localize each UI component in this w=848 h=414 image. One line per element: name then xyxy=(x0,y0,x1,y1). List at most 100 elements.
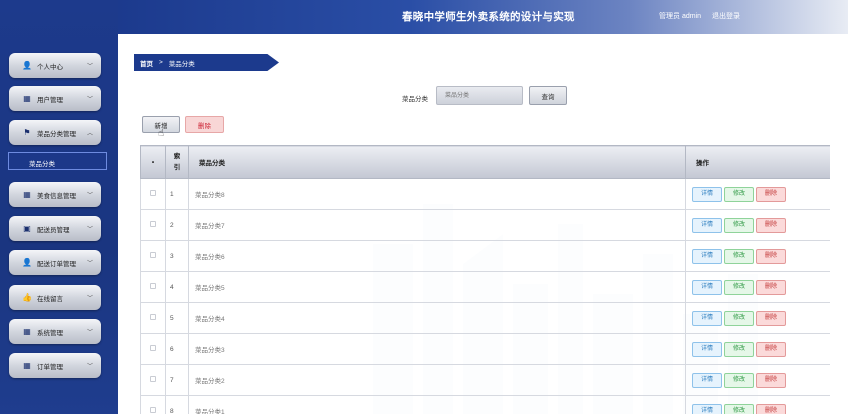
row-checkbox[interactable] xyxy=(150,314,156,320)
sidebar-item-8[interactable]: ▦ 系统管理 ﹀ xyxy=(9,319,101,344)
index-header-label: 索引 xyxy=(173,153,181,171)
edit-button[interactable]: 修改 xyxy=(724,279,754,295)
sidebar-item-5[interactable]: ▣ 配送员管理 ﹀ xyxy=(9,216,101,241)
search-button[interactable]: 查询 xyxy=(529,86,567,105)
table-row: 4 菜品分类5 详情 修改 删除 xyxy=(140,271,830,303)
select-all-header[interactable]: • xyxy=(140,145,166,179)
edit-button[interactable]: 修改 xyxy=(724,310,754,326)
sidebar-item-9[interactable]: ▦ 订单管理 ﹀ xyxy=(9,353,101,378)
row-select-cell xyxy=(140,271,166,303)
edit-button[interactable]: 修改 xyxy=(724,186,754,202)
row-actions: 详情 修改 删除 xyxy=(685,240,830,272)
row-select-cell xyxy=(140,209,166,241)
row-category: 菜品分类4 xyxy=(188,302,686,334)
search-input[interactable] xyxy=(436,86,523,105)
row-index: 5 xyxy=(165,302,189,334)
chevron-down-icon: ﹀ xyxy=(86,64,93,70)
mouse-cursor-icon: ☝ xyxy=(158,128,165,139)
breadcrumb-home[interactable]: 首页 xyxy=(140,58,153,68)
row-actions: 详情 修改 删除 xyxy=(685,364,830,396)
sidebar-item-4[interactable]: ▦ 美食信息管理 ﹀ xyxy=(9,182,101,207)
row-select-cell xyxy=(140,364,166,396)
logout-link[interactable]: 退出登录 xyxy=(712,11,740,21)
row-checkbox[interactable] xyxy=(150,221,156,227)
sidebar-item-label: 在线留言 xyxy=(37,295,63,303)
batch-delete-button[interactable]: 删除 xyxy=(185,116,224,133)
table-header-row: • 索引 菜品分类 操作 xyxy=(140,145,830,179)
row-index: 2 xyxy=(165,209,189,241)
row-category: 菜品分类7 xyxy=(188,209,686,241)
detail-button[interactable]: 详情 xyxy=(692,186,722,202)
row-checkbox[interactable] xyxy=(150,407,156,413)
delete-button[interactable]: 删除 xyxy=(756,341,786,357)
row-select-cell xyxy=(140,240,166,272)
table-row: 8 菜品分类1 详情 修改 删除 xyxy=(140,395,830,414)
row-checkbox[interactable] xyxy=(150,345,156,351)
row-checkbox[interactable] xyxy=(150,190,156,196)
page-title: 春晓中学师生外卖系统的设计与实现 xyxy=(402,11,575,23)
sidebar-item-label: 配送订单管理 xyxy=(37,260,76,268)
edit-button[interactable]: 修改 xyxy=(724,403,754,414)
delete-button[interactable]: 删除 xyxy=(756,310,786,326)
row-checkbox[interactable] xyxy=(150,252,156,258)
submenu-item-category[interactable]: 菜品分类 xyxy=(8,152,107,170)
sidebar-item-label: 菜品分类管理 xyxy=(37,130,76,138)
sidebar-item-label: 系统管理 xyxy=(37,329,63,337)
edit-button[interactable]: 修改 xyxy=(724,341,754,357)
row-category: 菜品分类5 xyxy=(188,271,686,303)
delete-button[interactable]: 删除 xyxy=(756,186,786,202)
table-row: 1 菜品分类8 详情 修改 删除 xyxy=(140,178,830,210)
edit-button[interactable]: 修改 xyxy=(724,217,754,233)
row-index: 7 xyxy=(165,364,189,396)
main-content: 首页 > 菜品分类 菜品分类 查询 新增 删除 ☝ • 索引 菜品分类 操作 1… xyxy=(118,34,848,414)
grid-icon: ▦ xyxy=(23,361,31,370)
table-row: 2 菜品分类7 详情 修改 删除 xyxy=(140,209,830,241)
sidebar-item-7[interactable]: 👍 在线留言 ﹀ xyxy=(9,285,101,310)
sidebar-item-2[interactable]: ▦ 用户管理 ﹀ xyxy=(9,86,101,111)
delete-button[interactable]: 删除 xyxy=(756,279,786,295)
sidebar-item-label: 配送员管理 xyxy=(37,226,70,234)
sidebar-item-1[interactable]: 👤 个人中心 ﹀ xyxy=(9,53,101,78)
detail-button[interactable]: 详情 xyxy=(692,403,722,414)
detail-button[interactable]: 详情 xyxy=(692,341,722,357)
detail-button[interactable]: 详情 xyxy=(692,310,722,326)
delete-button[interactable]: 删除 xyxy=(756,403,786,414)
sidebar-item-label: 个人中心 xyxy=(37,63,63,71)
user-label: 管理员 admin xyxy=(659,13,702,20)
sidebar-item-label: 订单管理 xyxy=(37,363,63,371)
sidebar: 👤 个人中心 ﹀ ▦ 用户管理 ﹀ ⚑ 菜品分类管理 ︿ ▦ 美食信息管理 ﹀ ▣ 配送员管理 ﹀ 👤 配送订单… xyxy=(0,0,118,414)
row-category: 菜品分类3 xyxy=(188,333,686,365)
row-checkbox[interactable] xyxy=(150,283,156,289)
row-index: 4 xyxy=(165,271,189,303)
row-checkbox[interactable] xyxy=(150,376,156,382)
chevron-down-icon: ﹀ xyxy=(86,261,93,267)
detail-button[interactable]: 详情 xyxy=(692,372,722,388)
detail-button[interactable]: 详情 xyxy=(692,217,722,233)
detail-button[interactable]: 详情 xyxy=(692,248,722,264)
row-index: 8 xyxy=(165,395,189,414)
calendar-icon: ▣ xyxy=(23,224,31,233)
chevron-up-icon: ︿ xyxy=(86,131,93,137)
row-actions: 详情 修改 删除 xyxy=(685,178,830,210)
row-select-cell xyxy=(140,178,166,210)
edit-button[interactable]: 修改 xyxy=(724,248,754,264)
apps-icon: ▦ xyxy=(23,327,31,336)
row-category: 菜品分类6 xyxy=(188,240,686,272)
detail-button[interactable]: 详情 xyxy=(692,279,722,295)
grid-icon: ▦ xyxy=(23,94,31,103)
sidebar-item-3[interactable]: ⚑ 菜品分类管理 ︿ xyxy=(9,120,101,145)
row-actions: 详情 修改 删除 xyxy=(685,302,830,334)
delete-button[interactable]: 删除 xyxy=(756,217,786,233)
row-actions: 详情 修改 删除 xyxy=(685,271,830,303)
breadcrumb-separator: > xyxy=(159,59,163,66)
row-index: 1 xyxy=(165,178,189,210)
breadcrumb: 首页 > 菜品分类 xyxy=(134,54,279,71)
row-category: 菜品分类1 xyxy=(188,395,686,414)
search-label: 菜品分类 xyxy=(402,96,428,103)
person-icon: 👤 xyxy=(22,61,32,70)
edit-button[interactable]: 修改 xyxy=(724,372,754,388)
operations-header: 操作 xyxy=(685,145,830,179)
delete-button[interactable]: 删除 xyxy=(756,248,786,264)
sidebar-item-6[interactable]: 👤 配送订单管理 ﹀ xyxy=(9,250,101,275)
delete-button[interactable]: 删除 xyxy=(756,372,786,388)
